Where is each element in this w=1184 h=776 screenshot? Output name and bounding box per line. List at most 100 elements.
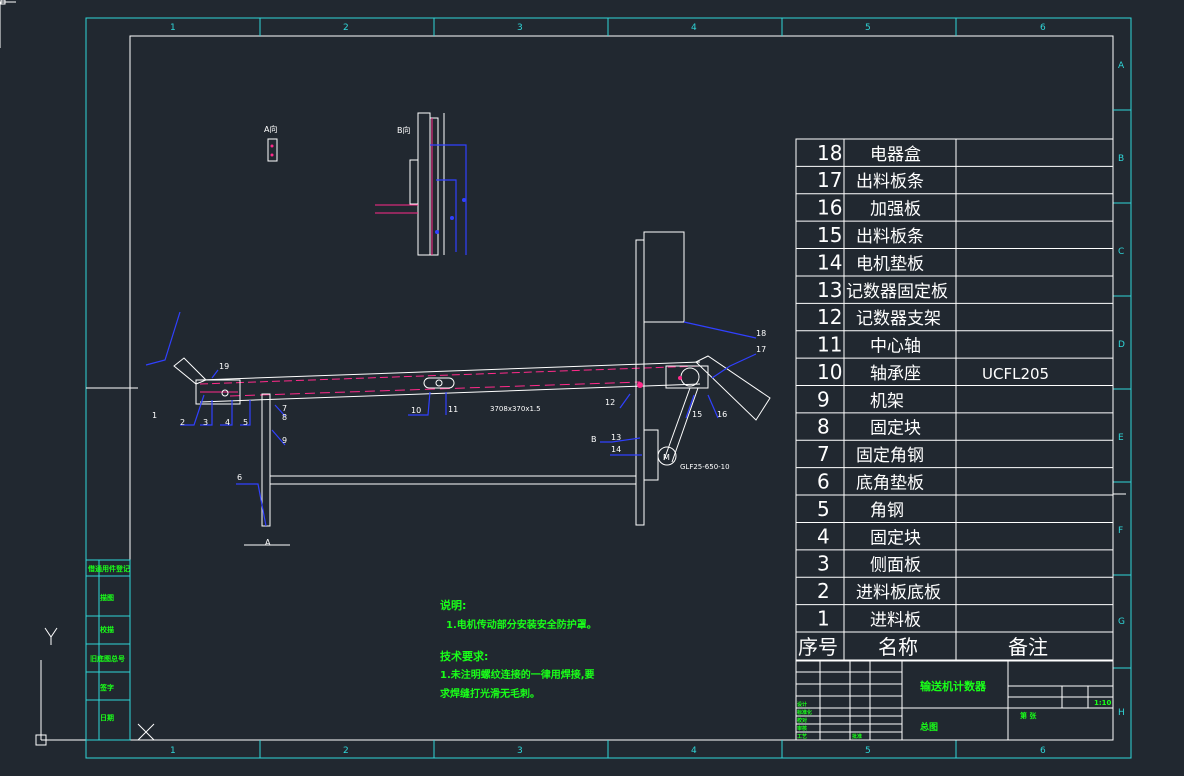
svg-text:3: 3 [517,746,523,756]
part-number: 14 [817,250,842,274]
svg-text:3708x370x1.5: 3708x370x1.5 [490,405,541,413]
part-number: 18 [817,141,842,165]
svg-text:校对: 校对 [797,717,807,724]
svg-text:说明:: 说明: [440,598,466,612]
svg-text:13: 13 [611,433,621,442]
svg-text:第 张: 第 张 [1020,711,1037,720]
svg-text:A向: A向 [264,124,277,134]
part-name: 角钢 [870,501,904,521]
part-number: 11 [817,333,842,357]
svg-text:5: 5 [865,746,871,756]
part-name: 固定角钢 [856,446,924,466]
part-number: 6 [817,469,830,493]
svg-text:B: B [1118,154,1124,164]
part-number: 9 [817,387,830,411]
part-remark: UCFL205 [982,365,1049,383]
part-number: 13 [817,278,842,302]
svg-text:16: 16 [717,410,727,419]
svg-text:7: 7 [282,404,287,413]
svg-text:12: 12 [605,398,615,407]
part-name: 侧面板 [870,556,921,576]
svg-text:15: 15 [692,410,702,419]
part-name: 轴承座 [870,364,921,384]
svg-text:1.电机传动部分安装安全防护罩。: 1.电机传动部分安装安全防护罩。 [446,618,597,631]
svg-text:F: F [1118,526,1123,536]
part-name: 底角垫板 [856,473,924,493]
svg-text:工艺: 工艺 [797,733,807,740]
svg-text:输送机计数器: 输送机计数器 [920,679,987,693]
svg-text:9: 9 [282,436,287,445]
svg-text:日期: 日期 [100,713,114,722]
side-stamp-table: 借通用件登记 描图 校描 旧底图总号 签字 日期 [85,559,131,741]
title-block: 输送机计数器 总图 1:10 第 张 设计 标准化 校对 审核 工艺 批准 [795,660,1114,741]
svg-text:校描: 校描 [100,625,114,634]
part-name: 机架 [870,391,904,411]
svg-text:旧底图总号: 旧底图总号 [90,654,125,663]
svg-text:2: 2 [343,746,349,756]
svg-text:6: 6 [1040,23,1046,33]
column-labels: 1 2 3 4 5 6 1 2 3 4 5 6 A B C D E F G H [170,23,1125,756]
svg-text:10: 10 [411,406,421,415]
svg-text:B: B [591,435,597,444]
svg-text:14: 14 [611,445,621,454]
svg-text:6: 6 [237,473,242,482]
view-a: A向 [264,124,278,162]
drawing-notes: 说明: 1.电机传动部分安装安全防护罩。 技术要求: 1.未注明螺纹连接的一律用… [440,598,597,700]
svg-text:3: 3 [517,23,523,33]
corner-mark [0,0,16,48]
svg-text:GLF25-650-10: GLF25-650-10 [680,463,730,471]
svg-text:序号: 序号 [798,635,838,659]
part-name: 出料板条 [856,172,924,192]
svg-text:2: 2 [180,418,185,427]
parts-row: 18 电器盒 [817,141,921,165]
part-name: 进料板底板 [856,583,941,603]
svg-text:H: H [1118,708,1125,718]
svg-text:4: 4 [225,418,230,427]
svg-text:17: 17 [756,345,766,354]
parts-header: 序号 名称 备注 [798,635,1048,659]
conveyor-assembly: M [145,231,771,546]
part-number: 15 [817,223,842,247]
svg-text:4: 4 [691,746,697,756]
part-number: 7 [817,442,830,466]
svg-text:求焊缝打光滑无毛刺。: 求焊缝打光滑无毛刺。 [440,687,540,700]
part-name: 电器盒 [870,145,921,165]
svg-text:设计: 设计 [797,701,807,708]
svg-text:1: 1 [152,411,157,420]
svg-text:6: 6 [1040,746,1046,756]
part-name: 固定块 [870,419,921,439]
svg-text:名称: 名称 [878,635,918,659]
part-number: 17 [817,168,842,192]
cad-drawing-canvas[interactable]: 1 2 3 4 5 6 1 2 3 4 5 6 A B C D E F G H [0,0,1184,776]
part-number: 5 [817,497,830,521]
part-number: 8 [817,415,830,439]
ucs-icon [35,627,155,746]
svg-text:C: C [1118,247,1124,257]
svg-text:批准: 批准 [852,733,862,740]
svg-text:18: 18 [756,329,766,338]
svg-text:8: 8 [282,413,287,422]
svg-text:1:10: 1:10 [1094,699,1112,707]
svg-text:5: 5 [243,418,248,427]
svg-text:E: E [1118,433,1124,443]
svg-text:4: 4 [691,23,697,33]
parts-list-table [795,138,1114,661]
svg-text:2: 2 [343,23,349,33]
svg-text:B向: B向 [397,125,411,135]
part-name: 加强板 [870,200,921,220]
svg-text:G: G [1118,617,1125,627]
part-name: 中心轴 [870,337,921,357]
part-number: 1 [817,606,830,630]
part-name: 进料板 [870,610,921,630]
part-name: 固定块 [870,528,921,548]
svg-text:A: A [1118,61,1125,71]
part-number: 3 [817,552,830,576]
motor-symbol: M [663,453,670,462]
part-number: 10 [817,360,842,384]
svg-text:借通用件登记: 借通用件登记 [87,564,130,573]
svg-text:1.未注明螺纹连接的一律用焊接,要: 1.未注明螺纹连接的一律用焊接,要 [440,668,595,681]
svg-text:描图: 描图 [100,593,114,602]
svg-text:A: A [265,538,271,547]
part-number: 12 [817,305,842,329]
svg-text:1: 1 [170,23,176,33]
